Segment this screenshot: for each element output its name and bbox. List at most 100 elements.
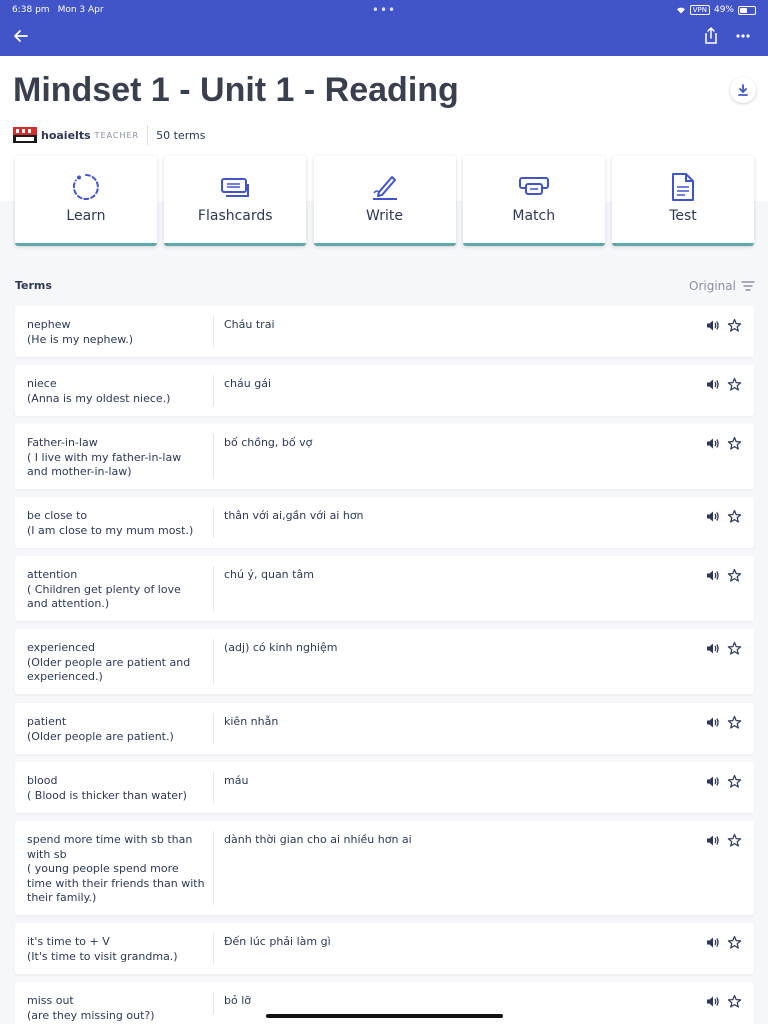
term-divider xyxy=(213,933,214,964)
sort-label: Original xyxy=(689,279,736,293)
status-date: Mon 3 Apr xyxy=(57,5,104,15)
mode-label: Learn xyxy=(66,208,106,224)
star-icon[interactable] xyxy=(727,377,742,392)
mode-write-button[interactable]: Write xyxy=(313,156,456,246)
multitask-dots-icon[interactable]: ••• xyxy=(372,3,396,17)
star-icon[interactable] xyxy=(727,318,742,333)
author-role-badge: TEACHER xyxy=(94,130,140,140)
term-definition: bỏ lỡ xyxy=(224,994,251,1007)
term-card: niece (Anna is my oldest niece.) cháu gá… xyxy=(15,365,754,416)
set-meta: hoaielts TEACHER 50 terms xyxy=(13,125,205,145)
term-divider xyxy=(213,992,214,1014)
term-word: spend more time with sb than with sb ( y… xyxy=(27,833,205,904)
audio-icon[interactable] xyxy=(705,994,720,1009)
star-icon[interactable] xyxy=(727,641,742,656)
download-button[interactable] xyxy=(730,77,756,103)
more-options-icon[interactable] xyxy=(732,25,754,47)
term-card: Father-in-law ( I live with my father-in… xyxy=(15,424,754,489)
share-icon[interactable] xyxy=(700,25,722,47)
vpn-badge: VPN xyxy=(689,5,710,15)
wifi-icon xyxy=(676,7,685,14)
term-definition: bố chồng, bố vợ xyxy=(224,436,313,449)
term-divider xyxy=(213,507,214,538)
audio-icon[interactable] xyxy=(705,715,720,730)
star-icon[interactable] xyxy=(727,509,742,524)
term-card: blood ( Blood is thicker than water) máu xyxy=(15,762,754,813)
terms-section-title: Terms xyxy=(15,279,52,292)
mode-flashcards-button[interactable]: Flashcards xyxy=(164,156,307,246)
term-definition: kiên nhẫn xyxy=(224,715,279,728)
term-word: Father-in-law ( I live with my father-in… xyxy=(27,436,182,478)
audio-icon[interactable] xyxy=(705,436,720,451)
term-word: experienced (Older people are patient an… xyxy=(27,641,191,683)
audio-icon[interactable] xyxy=(705,377,720,392)
mode-label: Match xyxy=(512,208,556,224)
term-card: experienced (Older people are patient an… xyxy=(15,629,754,694)
battery-icon xyxy=(738,5,756,15)
study-modes: Learn Flashcards Write Match Test xyxy=(15,156,754,246)
audio-icon[interactable] xyxy=(705,935,720,950)
match-icon xyxy=(518,177,549,195)
term-definition: máu xyxy=(224,774,249,787)
star-icon[interactable] xyxy=(727,436,742,451)
term-definition: Đến lúc phải làm gì xyxy=(224,935,331,948)
author-name[interactable]: hoaielts xyxy=(41,129,91,142)
term-definition: Cháu trai xyxy=(224,318,275,331)
audio-icon[interactable] xyxy=(705,318,720,333)
star-icon[interactable] xyxy=(727,774,742,789)
term-card: spend more time with sb than with sb ( y… xyxy=(15,821,754,915)
term-definition: thân với ai,gần với ai hơn xyxy=(224,509,364,522)
term-divider xyxy=(213,831,214,905)
mode-match-button[interactable]: Match xyxy=(462,156,605,246)
author-logo-icon[interactable] xyxy=(13,127,37,143)
star-icon[interactable] xyxy=(727,715,742,730)
term-word: patient (Older people are patient.) xyxy=(27,715,174,743)
star-icon[interactable] xyxy=(727,935,742,950)
audio-icon[interactable] xyxy=(705,568,720,583)
term-word: it's time to + V (It's time to visit gra… xyxy=(27,935,178,963)
term-divider xyxy=(213,434,214,479)
term-divider xyxy=(213,639,214,684)
mode-label: Flashcards xyxy=(197,208,273,224)
audio-icon[interactable] xyxy=(705,509,720,524)
test-icon xyxy=(672,173,694,201)
term-card: attention ( Children get plenty of love … xyxy=(15,556,754,621)
audio-icon[interactable] xyxy=(705,641,720,656)
terms-count: 50 terms xyxy=(156,128,206,142)
term-definition: chú ý, quan tâm xyxy=(224,568,314,581)
write-icon xyxy=(372,176,397,200)
term-definition: cháu gái xyxy=(224,377,272,390)
status-time: 6:38 pm xyxy=(12,5,50,15)
audio-icon[interactable] xyxy=(705,833,720,848)
page-title: Mindset 1 - Unit 1 - Reading xyxy=(13,71,459,109)
flashcards-icon xyxy=(221,178,250,197)
term-divider xyxy=(213,566,214,611)
term-word: attention ( Children get plenty of love … xyxy=(27,568,181,610)
mode-label: Write xyxy=(366,208,403,224)
mode-test-button[interactable]: Test xyxy=(612,156,754,246)
term-card: it's time to + V (It's time to visit gra… xyxy=(15,923,754,974)
term-card: nephew (He is my nephew.) Cháu trai xyxy=(15,306,754,357)
mode-label: Test xyxy=(669,208,697,224)
term-divider xyxy=(213,713,214,744)
battery-percent: 49% xyxy=(713,5,734,15)
term-definition: dành thời gian cho ai nhiều hơn ai xyxy=(224,833,412,846)
top-bar: 6:38 pm Mon 3 Apr ••• VPN 49% xyxy=(0,0,768,56)
status-bar: 6:38 pm Mon 3 Apr ••• VPN 49% xyxy=(12,3,756,17)
term-word: be close to (I am close to my mum most.) xyxy=(27,509,194,537)
sort-dropdown[interactable]: Original xyxy=(689,279,755,293)
star-icon[interactable] xyxy=(727,568,742,583)
filter-icon xyxy=(741,281,755,291)
term-word: miss out (are they missing out?) xyxy=(27,994,155,1022)
home-indicator[interactable] xyxy=(266,1014,503,1018)
meta-divider xyxy=(147,125,149,145)
audio-icon[interactable] xyxy=(705,774,720,789)
term-card: be close to (I am close to my mum most.)… xyxy=(15,497,754,548)
download-icon xyxy=(738,84,748,96)
term-word: blood ( Blood is thicker than water) xyxy=(27,774,187,802)
star-icon[interactable] xyxy=(727,833,742,848)
back-arrow-icon[interactable] xyxy=(10,25,32,47)
mode-learn-button[interactable]: Learn xyxy=(15,156,157,246)
star-icon[interactable] xyxy=(727,994,742,1009)
term-divider xyxy=(213,316,214,347)
